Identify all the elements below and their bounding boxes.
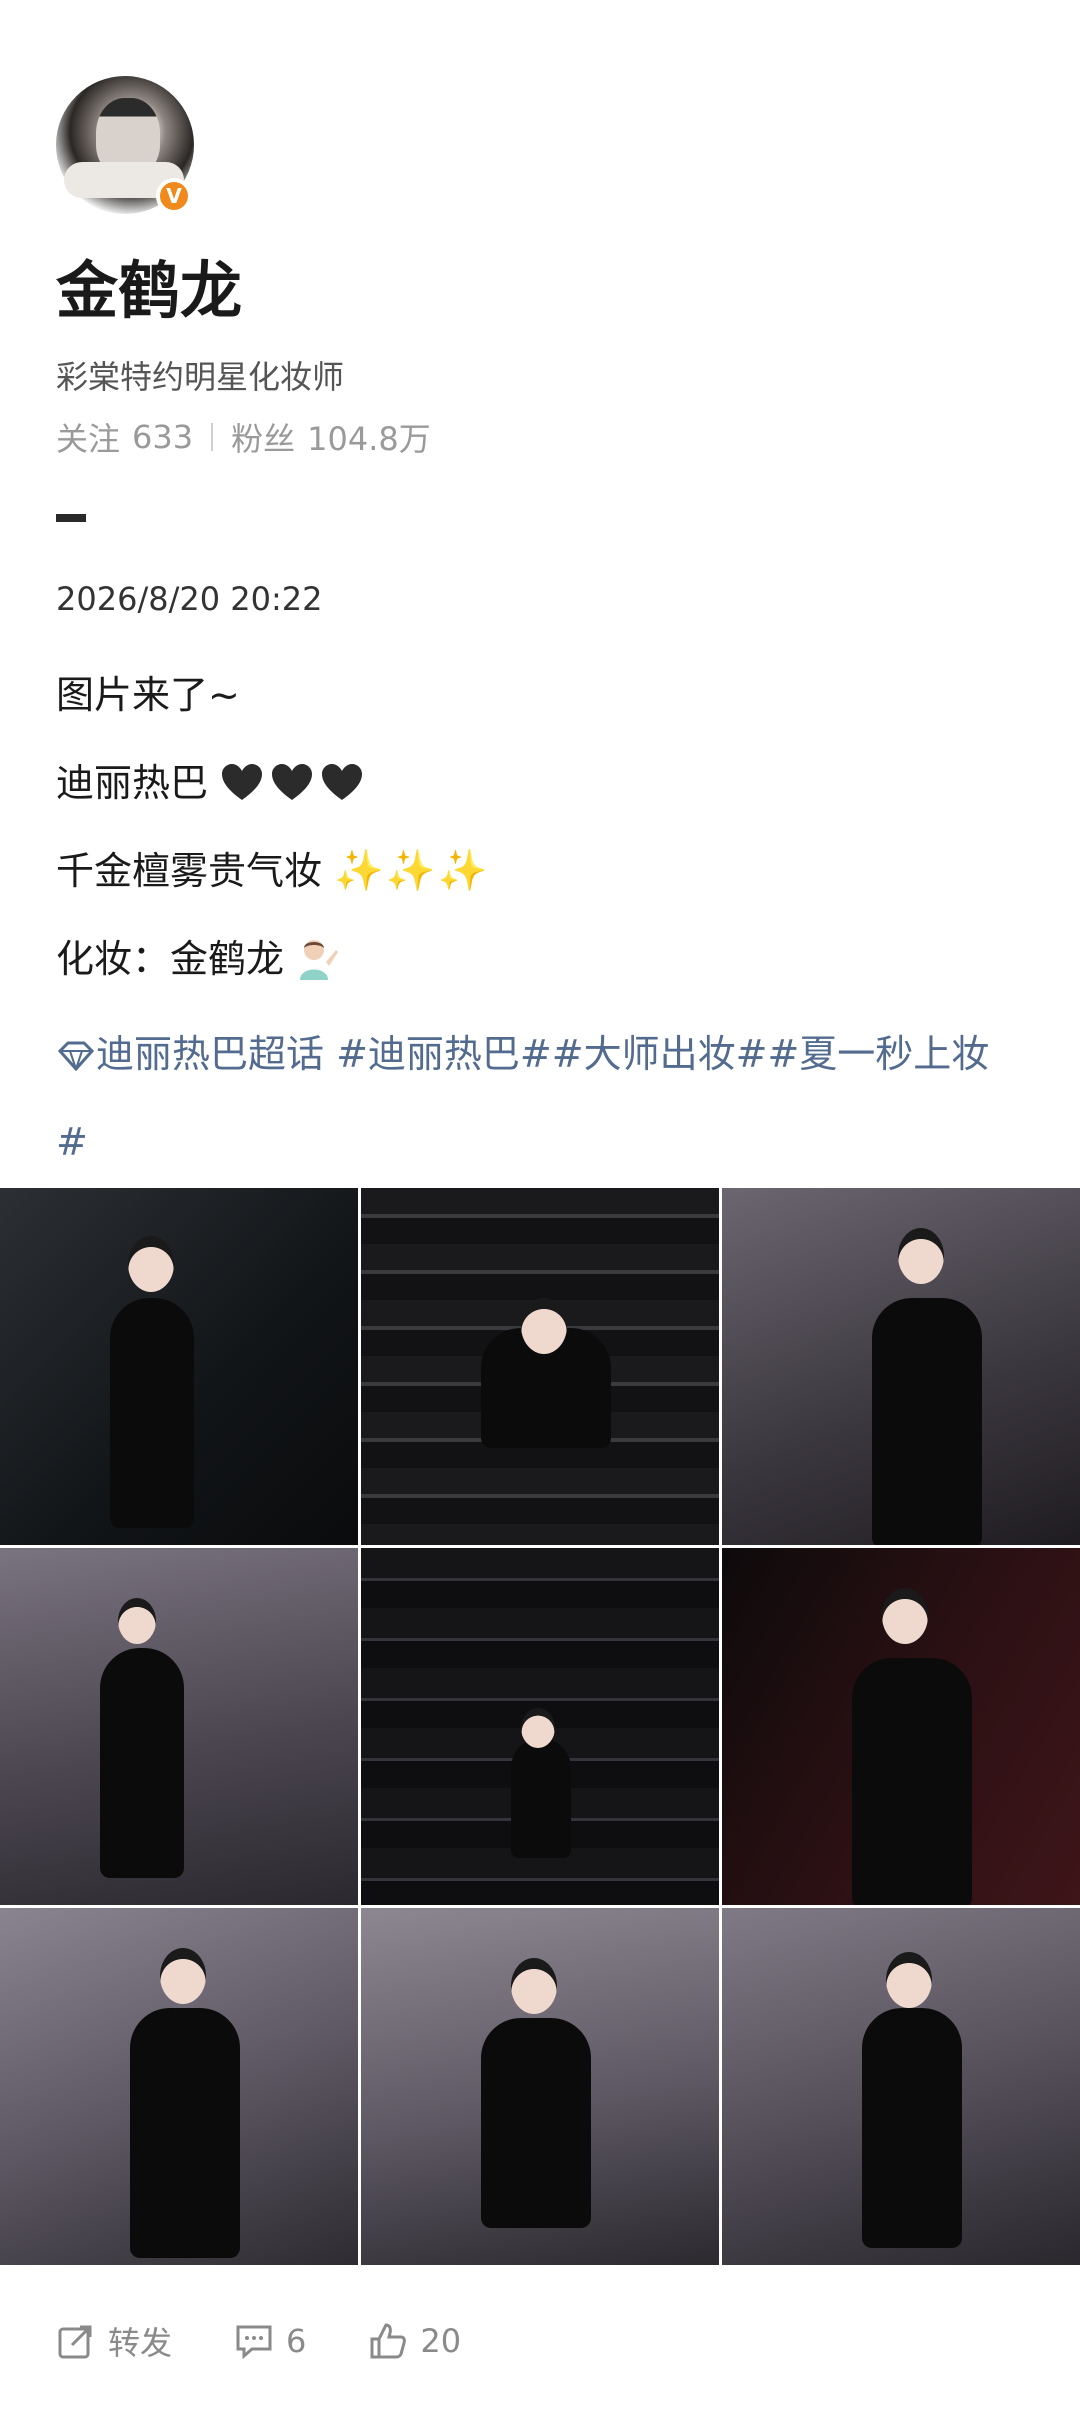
repost-icon — [58, 2325, 92, 2359]
section-divider — [56, 514, 86, 522]
model-head — [886, 1952, 932, 2008]
repost-label: 转发 — [108, 2324, 173, 2362]
post-hashtags[interactable]: 迪丽热巴超话 #迪丽热巴##大师出妆##夏一秒上妆# — [56, 1010, 1016, 1186]
sparkles-icon: ✨ — [437, 848, 488, 894]
model-head — [128, 1236, 174, 1292]
repost-button[interactable]: 转发 — [56, 2318, 172, 2364]
photo-grid — [0, 1188, 1080, 2265]
comment-icon — [236, 2325, 272, 2360]
photo-4[interactable] — [0, 1548, 358, 1905]
sparkles-icon: ✨ — [334, 848, 384, 894]
thumbs-up-icon — [370, 2323, 407, 2359]
photo-9[interactable] — [722, 1908, 1080, 2265]
model-figure — [862, 2008, 962, 2248]
post-line-2: 迪丽热巴 — [56, 752, 370, 807]
following-count[interactable]: 633 — [132, 418, 193, 456]
profile-bio: 彩棠特约明星化妆师 — [56, 358, 345, 396]
black-heart-icon — [270, 762, 314, 802]
likes-count: 20 — [420, 2322, 462, 2360]
photo-8[interactable] — [361, 1908, 719, 2265]
model-head — [118, 1598, 156, 1644]
profile-name[interactable]: 金鹤龙 — [56, 240, 242, 330]
photo-3[interactable] — [722, 1188, 1080, 1545]
model-head — [521, 1708, 555, 1748]
comments-count: 6 — [286, 2322, 307, 2360]
model-figure — [852, 1658, 972, 1905]
hashtags-text[interactable]: 迪丽热巴超话 #迪丽热巴##大师出妆##夏一秒上妆# — [56, 1032, 989, 1164]
photo-5[interactable] — [361, 1548, 719, 1905]
post-line-2-text: 迪丽热巴 — [56, 761, 209, 805]
sparkles-icon: ✨ — [385, 848, 436, 894]
model-figure — [130, 2008, 240, 2258]
model-figure — [872, 1298, 982, 1545]
post-line-1: 图片来了~ — [56, 664, 240, 719]
super-topic-diamond-icon — [57, 1041, 95, 1072]
post-timestamp: 2026/8/20 20:22 — [56, 580, 323, 618]
model-figure — [481, 2018, 591, 2228]
stats-divider — [211, 423, 214, 451]
black-heart-icon — [220, 762, 264, 802]
like-button[interactable]: 20 — [368, 2321, 461, 2361]
model-head — [521, 1298, 567, 1354]
verified-badge-icon: V — [156, 178, 192, 214]
person-gesture-icon — [296, 936, 340, 980]
followers-label[interactable]: 粉丝 — [231, 414, 295, 460]
photo-6[interactable] — [722, 1548, 1080, 1905]
post-line-4: 化妆：金鹤龙 — [56, 928, 340, 983]
model-figure — [110, 1298, 194, 1528]
model-head — [511, 1958, 557, 2014]
post-line-3: 千金檀雾贵气妆 ✨✨✨ — [56, 840, 490, 895]
following-label[interactable]: 关注 — [56, 414, 120, 460]
model-head — [882, 1588, 928, 1644]
model-head — [160, 1948, 206, 2004]
followers-count[interactable]: 104.8万 — [307, 414, 431, 460]
photo-2[interactable] — [361, 1188, 719, 1545]
post-action-bar: 转发 6 20 — [56, 2318, 523, 2364]
post-line-4-text: 化妆：金鹤龙 — [56, 937, 285, 981]
model-figure — [100, 1648, 184, 1878]
photo-7[interactable] — [0, 1908, 358, 2265]
post-line-3-text: 千金檀雾贵气妆 — [56, 849, 323, 893]
profile-stats: 关注 633 粉丝 104.8万 — [56, 414, 431, 460]
post-line-1-text: 图片来了~ — [56, 673, 240, 717]
model-figure — [511, 1738, 571, 1858]
comment-button[interactable]: 6 — [234, 2321, 306, 2361]
photo-1[interactable] — [0, 1188, 358, 1545]
black-heart-icon — [320, 762, 364, 802]
model-head — [898, 1228, 944, 1284]
